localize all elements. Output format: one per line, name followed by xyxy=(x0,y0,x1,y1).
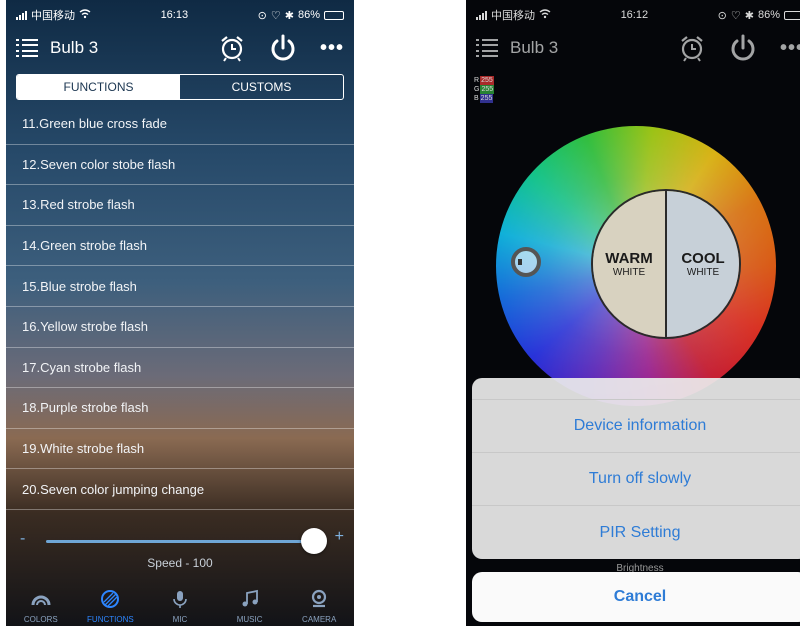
mic-icon xyxy=(173,591,187,608)
speed-label: Speed - 100 xyxy=(147,556,213,570)
tab-colors[interactable]: COLORS xyxy=(6,580,76,626)
list-item[interactable]: 11.Green blue cross fade xyxy=(6,104,354,145)
carrier-label: 中国移动 xyxy=(31,10,75,22)
status-time: 16:13 xyxy=(160,9,189,21)
signal-icon xyxy=(16,10,27,20)
tab-customs[interactable]: CUSTOMS xyxy=(180,75,343,99)
camera-icon xyxy=(312,589,327,608)
alarm-status-icon: ♡ xyxy=(270,9,281,22)
color-wheel-screen: 中国移动 16:12 ⊙ ♡ ✱ 86% Bulb 3 ••• xyxy=(466,0,800,626)
colors-icon xyxy=(31,595,51,606)
tab-label: CAMERA xyxy=(302,615,337,624)
speed-slider-thumb[interactable] xyxy=(301,528,327,554)
speed-increase-button[interactable]: + xyxy=(335,528,344,546)
tab-label: COLORS xyxy=(23,615,58,624)
tab-camera[interactable]: CAMERA xyxy=(284,580,354,626)
functions-screen: 中国移动 16:13 ⊙ ♡ ✱ 86% Bulb 3 ••• FUNCTION… xyxy=(6,0,354,626)
pir-setting-button[interactable]: PIR Setting xyxy=(472,506,800,559)
cancel-button[interactable]: Cancel xyxy=(472,572,800,622)
wifi-icon xyxy=(79,8,91,22)
action-sheet: Device information Turn off slowly PIR S… xyxy=(472,378,800,559)
speed-slider-track[interactable] xyxy=(46,540,314,543)
list-item[interactable]: 16.Yellow strobe flash xyxy=(6,307,354,348)
device-title: Bulb 3 xyxy=(50,38,99,57)
tab-music[interactable]: MUSIC xyxy=(215,580,285,626)
tab-label: MUSIC xyxy=(236,615,263,624)
speed-control: - + Speed - 100 xyxy=(6,520,354,580)
music-icon xyxy=(242,589,258,607)
list-item[interactable]: 20.Seven color jumping change xyxy=(6,469,354,510)
more-icon[interactable]: ••• xyxy=(320,38,344,58)
list-item[interactable]: 19.White strobe flash xyxy=(6,429,354,470)
list-item[interactable]: 14.Green strobe flash xyxy=(6,226,354,267)
list-item[interactable]: 18.Purple strobe flash xyxy=(6,388,354,429)
white-selector: WARM WHITE COOL WHITE xyxy=(591,189,741,339)
battery-percent: 86% xyxy=(297,9,320,21)
mode-segmented-control: FUNCTIONS CUSTOMS xyxy=(16,74,344,100)
list-item[interactable]: 12.Seven color stobe flash xyxy=(6,145,354,186)
color-picker-handle[interactable] xyxy=(511,247,541,277)
power-icon[interactable] xyxy=(268,33,298,63)
bottom-tab-bar: COLORS FUNCTIONS MIC MUSIC CAMERA xyxy=(6,580,354,626)
list-item[interactable]: 13.Red strobe flash xyxy=(6,185,354,226)
tab-label: FUNCTIONS xyxy=(87,615,134,624)
list-item[interactable]: 17.Cyan strobe flash xyxy=(6,348,354,389)
list-item[interactable]: 15.Blue strobe flash xyxy=(6,266,354,307)
tab-functions[interactable]: FUNCTIONS xyxy=(17,75,180,99)
device-information-button[interactable]: Device information xyxy=(472,400,800,453)
battery-icon xyxy=(324,10,344,20)
app-header: Bulb 3 ••• xyxy=(6,30,354,66)
menu-icon[interactable] xyxy=(16,39,38,57)
tab-label: MIC xyxy=(172,615,188,624)
alarm-icon[interactable] xyxy=(218,34,246,62)
status-bar: 中国移动 16:13 ⊙ ♡ ✱ 86% xyxy=(6,0,354,30)
location-icon: ⊙ xyxy=(257,9,267,22)
turn-off-slowly-button[interactable]: Turn off slowly xyxy=(472,453,800,506)
tab-functions-nav[interactable]: FUNCTIONS xyxy=(76,580,146,626)
speed-decrease-button[interactable]: - xyxy=(20,530,25,548)
functions-icon xyxy=(101,590,120,608)
function-list: 11.Green blue cross fade 12.Seven color … xyxy=(6,104,354,510)
tab-mic[interactable]: MIC xyxy=(145,580,215,626)
bluetooth-icon: ✱ xyxy=(284,9,294,22)
